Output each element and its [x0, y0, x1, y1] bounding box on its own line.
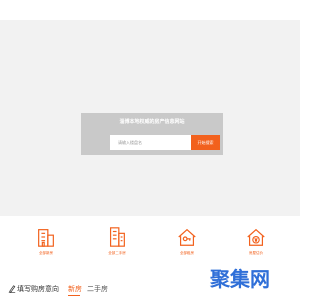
- intent-title: 填写购房意向: [17, 285, 59, 293]
- service-used-homes[interactable]: 全部二手房: [97, 226, 137, 266]
- tab-used-homes[interactable]: 二手房: [87, 284, 108, 294]
- edit-icon: [8, 285, 16, 293]
- active-tab-indicator: [68, 295, 80, 296]
- house-key-icon: [178, 228, 196, 246]
- apartment-building-icon: [38, 229, 54, 247]
- office-tower-icon: [109, 227, 125, 247]
- service-label: 全部二手房: [108, 251, 126, 255]
- tab-new-homes[interactable]: 新房: [68, 284, 82, 294]
- service-label: 全部租房: [180, 251, 194, 255]
- top-bar: [0, 0, 300, 20]
- service-new-homes[interactable]: 全部新房: [26, 226, 66, 266]
- service-label: 全部新房: [39, 251, 53, 255]
- house-price-icon: [247, 228, 265, 246]
- search-title: 淄博本地权威的房产信息网站: [119, 119, 185, 125]
- search-panel: 淄博本地权威的房产信息网站 开始搜索: [81, 113, 223, 155]
- watermark-text: 聚集网: [210, 267, 270, 291]
- site-watermark: 聚集网: [210, 262, 270, 296]
- service-label: 房屋估价: [249, 251, 263, 255]
- search-button[interactable]: 开始搜索: [191, 135, 220, 150]
- purchase-intent[interactable]: 填写购房意向: [8, 284, 59, 294]
- service-rentals[interactable]: 全部租房: [167, 226, 207, 266]
- search-input[interactable]: [110, 135, 192, 150]
- service-valuation[interactable]: 房屋估价: [236, 226, 276, 266]
